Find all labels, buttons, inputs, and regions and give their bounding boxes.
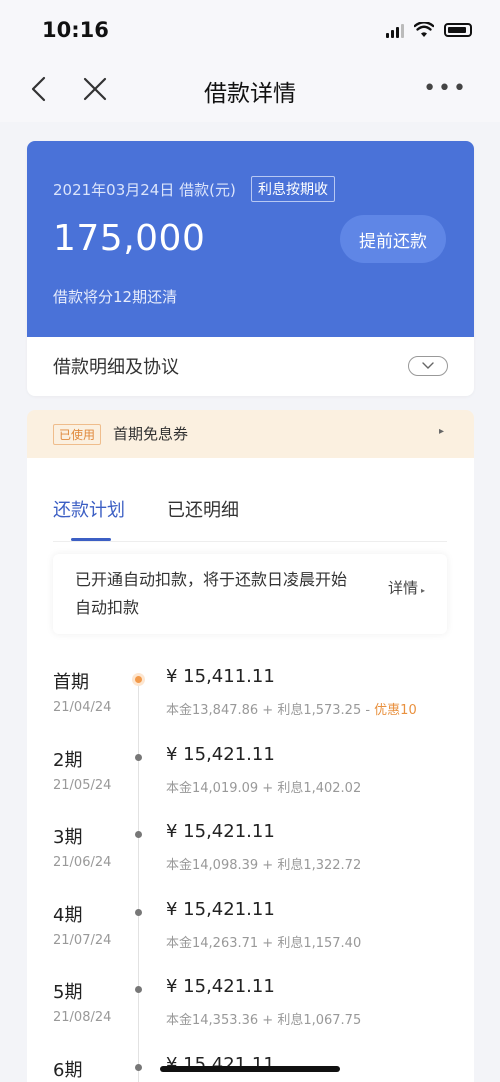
more-options-icon[interactable]: ••• bbox=[423, 76, 468, 101]
repayment-period-row[interactable]: 4期 21/07/24 ¥ 15,421.11 本金14,263.71 + 利息1,1… bbox=[27, 898, 474, 979]
battery-icon bbox=[444, 23, 472, 37]
period-due-date: 21/06/24 bbox=[53, 855, 112, 870]
period-breakdown: 本金14,263.71 + 利息1,157.40 bbox=[166, 932, 361, 951]
prepay-button[interactable]: 提前还款 bbox=[340, 215, 446, 263]
tab-repayment-plan[interactable]: 还款计划 bbox=[53, 496, 125, 522]
loan-date: 2021年03月24日 借款(元) bbox=[53, 181, 236, 199]
expand-toggle[interactable] bbox=[408, 356, 448, 376]
period-name: 首期 bbox=[53, 672, 89, 693]
loan-amount: 175,000 bbox=[53, 218, 206, 259]
repayment-period-row[interactable]: 首期 21/04/24 ¥ 15,411.11 本金13,847.86 + 利息1,5… bbox=[27, 666, 474, 746]
coupon-status-badge: 已使用 bbox=[53, 424, 102, 445]
loan-summary-header: 2021年03月24日 借款(元) 利息按期收 175,000 提前还款 借款将… bbox=[27, 141, 474, 337]
principal-interest-text: 本金14,098.39 + 利息1,322.72 bbox=[166, 858, 362, 873]
nav-bar: 借款详情 ••• bbox=[0, 62, 500, 122]
chevron-down-icon bbox=[422, 362, 434, 369]
period-name: 2期 bbox=[53, 749, 83, 771]
coupon-bar[interactable]: 已使用 首期免息券 ▸ bbox=[27, 410, 474, 458]
period-name: 3期 bbox=[53, 827, 83, 848]
repayment-period-row[interactable]: 3期 21/06/24 ¥ 15,421.11 本金14,098.39 + 利息1,3… bbox=[27, 821, 474, 901]
period-breakdown: 本金14,098.39 + 利息1,322.72 bbox=[166, 854, 361, 873]
caret-right-icon: ▸ bbox=[438, 426, 444, 437]
cellular-signal-icon bbox=[386, 22, 404, 38]
period-dot bbox=[135, 908, 142, 916]
autopay-message: 已开通自动扣款，将于还款日凌晨开始自动扣款 bbox=[75, 570, 348, 617]
repayment-period-row[interactable]: 2期 21/05/24 ¥ 15,421.11 本金14,019.09 + 利息1,4… bbox=[27, 743, 474, 824]
caret-right-icon: ▸ bbox=[420, 586, 425, 595]
autopay-notice: 已开通自动扣款，将于还款日凌晨开始自动扣款 详情 ▸ bbox=[53, 554, 447, 634]
period-name: 6期 bbox=[53, 1059, 83, 1081]
coupon-name: 首期免息券 bbox=[113, 425, 189, 443]
tab-divider bbox=[53, 541, 447, 542]
status-bar: 10:16 bbox=[0, 0, 500, 62]
period-due-date: 21/08/24 bbox=[53, 1010, 112, 1025]
period-breakdown: 本金14,353.36 + 利息1,067.75 bbox=[166, 1009, 361, 1028]
interest-type-badge: 利息按期收 bbox=[251, 176, 335, 202]
principal-interest-text: 本金14,263.71 + 利息1,157.40 bbox=[166, 935, 362, 951]
period-name: 5期 bbox=[53, 982, 83, 1003]
period-breakdown: 本金14,019.09 + 利息1,402.02 bbox=[166, 777, 361, 796]
active-tab-indicator bbox=[71, 538, 111, 541]
period-due-date: 21/05/24 bbox=[53, 777, 112, 793]
period-amount: ¥ 15,421.11 bbox=[166, 898, 275, 920]
period-amount: ¥ 15,411.11 bbox=[166, 666, 275, 687]
installment-note: 借款将分12期还清 bbox=[53, 288, 178, 306]
period-dot bbox=[135, 986, 142, 993]
period-amount: ¥ 15,421.11 bbox=[166, 976, 275, 997]
current-period-dot bbox=[135, 676, 142, 683]
autopay-details-link[interactable]: 详情 ▸ bbox=[388, 577, 425, 598]
discount-amount: 优惠10 bbox=[374, 703, 417, 718]
period-due-date: 21/04/24 bbox=[53, 700, 112, 715]
period-breakdown: 本金13,847.86 + 利息1,573.25 - 优惠10 bbox=[166, 699, 417, 718]
period-dot bbox=[135, 753, 142, 761]
home-indicator bbox=[160, 1066, 340, 1072]
repayment-period-row[interactable]: 5期 21/08/24 ¥ 15,421.11 本金14,353.36 + 利息1,0… bbox=[27, 976, 474, 1056]
period-amount: ¥ 15,421.11 bbox=[166, 821, 275, 842]
status-icons bbox=[386, 22, 472, 38]
period-name: 4期 bbox=[53, 904, 83, 926]
period-dot bbox=[135, 831, 142, 838]
period-amount: ¥ 15,421.11 bbox=[166, 743, 275, 765]
principal-interest-text: 本金13,847.86 + 利息1,573.25 - bbox=[166, 703, 375, 718]
status-time: 10:16 bbox=[42, 18, 109, 42]
period-due-date: 21/07/24 bbox=[53, 932, 112, 948]
principal-interest-text: 本金14,353.36 + 利息1,067.75 bbox=[166, 1013, 362, 1028]
wifi-icon bbox=[414, 22, 434, 37]
loan-details-agreement-link[interactable]: 借款明细及协议 bbox=[53, 353, 179, 379]
period-dot bbox=[135, 1063, 142, 1071]
loan-summary-card: 2021年03月24日 借款(元) 利息按期收 175,000 提前还款 借款将… bbox=[27, 141, 474, 396]
repayment-plan-card: 还款计划 已还明细 已开通自动扣款，将于还款日凌晨开始自动扣款 详情 ▸ 首期 21… bbox=[27, 458, 474, 1082]
principal-interest-text: 本金14,019.09 + 利息1,402.02 bbox=[166, 780, 362, 796]
tab-repaid-details[interactable]: 已还明细 bbox=[167, 496, 239, 522]
